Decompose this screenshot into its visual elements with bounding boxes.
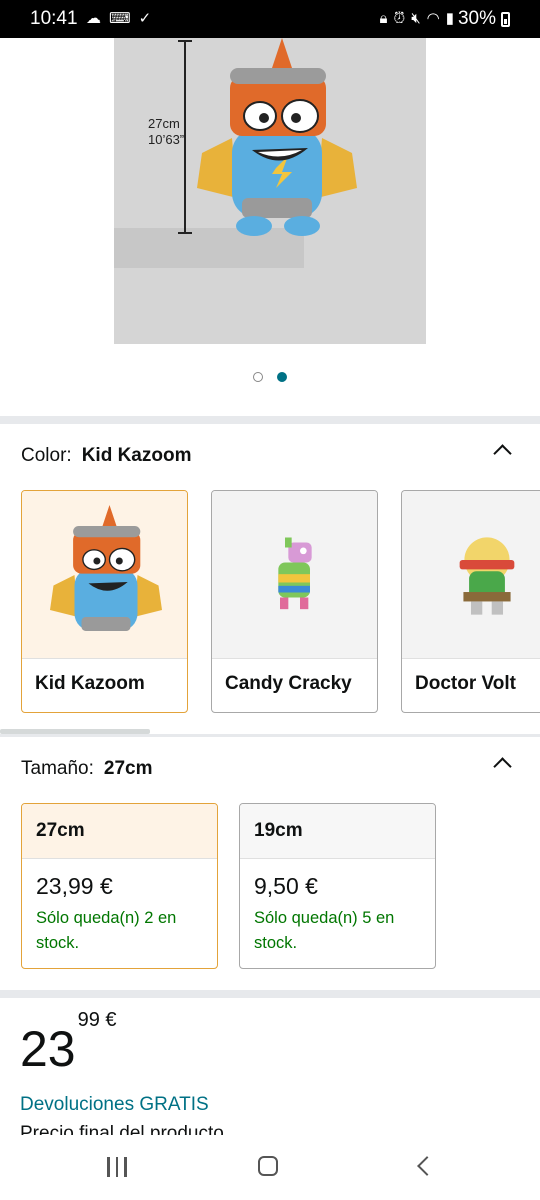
system-navigation-bar	[0, 1135, 540, 1200]
download-done-icon: ✓	[138, 10, 152, 27]
recents-icon[interactable]	[107, 1157, 127, 1177]
size-price: 23,99 €	[36, 873, 113, 899]
collapse-size-icon[interactable]	[494, 755, 510, 771]
kid-kazoom-image	[50, 505, 162, 631]
color-option-kid-kazoom[interactable]: Kid Kazoom	[21, 490, 188, 713]
carousel-dot[interactable]	[253, 372, 263, 382]
selected-size: 27cm	[103, 758, 153, 779]
color-selector-header[interactable]: Color: Kid Kazoom	[21, 445, 191, 467]
clock: 10:41	[30, 8, 78, 29]
stock-status: Sólo queda(n) 5 en stock.	[254, 909, 395, 952]
section-divider	[0, 416, 540, 424]
signal-icon: ▮	[445, 10, 454, 27]
carousel-indicators[interactable]	[0, 372, 540, 386]
size-option-19cm[interactable]: 19cm 9,50 € Sólo queda(n) 5 en stock.	[239, 803, 436, 969]
free-returns-link[interactable]: Devoluciones GRATIS	[20, 1094, 209, 1116]
color-option-doctor-volt[interactable]: Doctor Volt	[401, 490, 540, 713]
alarm-icon: ⏰︎	[393, 9, 406, 27]
color-option-candy-cracky[interactable]: Candy Cracky	[211, 490, 378, 713]
selected-color: Kid Kazoom	[81, 445, 192, 466]
home-icon[interactable]	[258, 1156, 278, 1176]
weather-icon: ☁	[86, 10, 101, 27]
final-price-note: Precio final del producto	[20, 1123, 224, 1135]
lock-icon: 🔒︎	[379, 9, 388, 27]
size-selector-header[interactable]: Tamaño: 27cm	[21, 758, 152, 780]
size-option-27cm[interactable]: 27cm 23,99 € Sólo queda(n) 2 en stock.	[21, 803, 218, 969]
doctor-volt-image	[459, 537, 515, 615]
stock-status: Sólo queda(n) 2 en stock.	[36, 909, 177, 952]
size-price: 9,50 €	[254, 873, 318, 899]
product-plush-image	[197, 38, 357, 236]
status-bar: 10:41 ☁ ⌨ ✓ 🔒︎ ⏰︎ 🔇︎ ◠ ▮ 30%	[0, 0, 540, 38]
battery-percent: 30%	[457, 8, 496, 29]
product-price: 2399 €	[20, 1009, 117, 1077]
wifi-icon: ◠	[426, 10, 440, 27]
measure-ruler	[184, 40, 186, 233]
dimension-label: 27cm 10’63”	[148, 116, 185, 147]
carousel-dot-active[interactable]	[277, 372, 287, 382]
candy-cracky-image	[278, 537, 312, 610]
product-image-carousel[interactable]: 27cm 10’63”	[0, 38, 540, 416]
back-icon[interactable]	[416, 1158, 430, 1172]
mute-icon: 🔇︎	[411, 9, 421, 27]
collapse-color-icon[interactable]	[494, 442, 510, 458]
keyboard-icon: ⌨	[109, 10, 131, 27]
battery-icon	[501, 12, 510, 27]
